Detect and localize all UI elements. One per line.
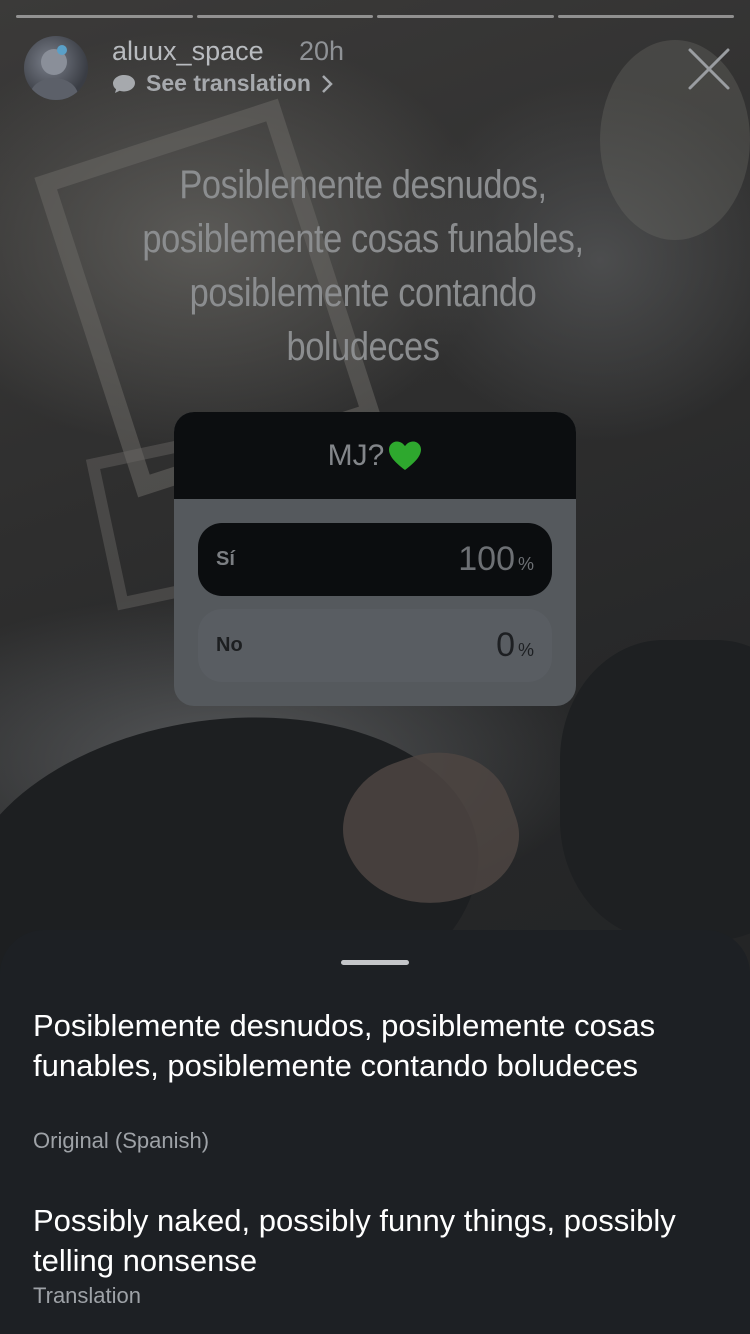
story-text-line: boludeces [286, 325, 440, 369]
translation-sheet: Posiblemente desnudos, posiblemente cosa… [0, 930, 750, 1334]
story-text-line: posiblemente contando [189, 271, 537, 315]
poll-sticker: MJ? Sí 100 % No 0 % [174, 412, 576, 706]
chevron-right-icon [322, 74, 333, 93]
translated-text: Possibly naked, possibly funny things, p… [33, 1203, 676, 1278]
poll-option-si[interactable]: Sí 100 % [198, 523, 552, 596]
poll-question: MJ? [174, 412, 576, 499]
close-icon[interactable] [686, 46, 732, 92]
progress-segment [557, 15, 734, 18]
story-progress-bar [16, 15, 734, 19]
progress-segment [16, 15, 193, 18]
sheet-grabber-handle[interactable] [341, 960, 409, 965]
background-shadow-right [560, 640, 750, 940]
percent-sign: % [517, 554, 534, 574]
poll-question-text: MJ? [327, 438, 385, 472]
speech-bubble-icon [113, 74, 135, 93]
see-translation-link[interactable]: See translation [112, 70, 333, 97]
translation-caption: Translation [33, 1283, 142, 1308]
poll-option-percent: 100 % [458, 540, 534, 579]
original-text: Posiblemente desnudos, posiblemente cosa… [33, 1008, 656, 1083]
see-translation-label: See translation [146, 70, 311, 96]
story-text: Posiblemente desnudos, posiblemente cosa… [128, 158, 598, 374]
percent-value: 0 [496, 626, 515, 664]
poll-option-percent: 0 % [496, 626, 534, 665]
story-text-line: posiblemente cosas funables, [142, 217, 584, 261]
progress-segment [377, 15, 554, 18]
percent-sign: % [517, 640, 534, 660]
post-time: 20h [299, 36, 345, 66]
percent-value: 100 [458, 540, 515, 578]
poll-option-label: No [216, 634, 243, 656]
poll-option-label: Sí [216, 548, 235, 570]
green-heart-icon [389, 441, 422, 470]
story-text-line: Posiblemente desnudos, [179, 163, 547, 207]
username[interactable]: aluux_space [112, 36, 264, 67]
original-caption: Original (Spanish) [33, 1128, 210, 1153]
avatar[interactable] [24, 36, 88, 100]
progress-segment [196, 15, 373, 18]
poll-option-no[interactable]: No 0 % [198, 609, 552, 682]
